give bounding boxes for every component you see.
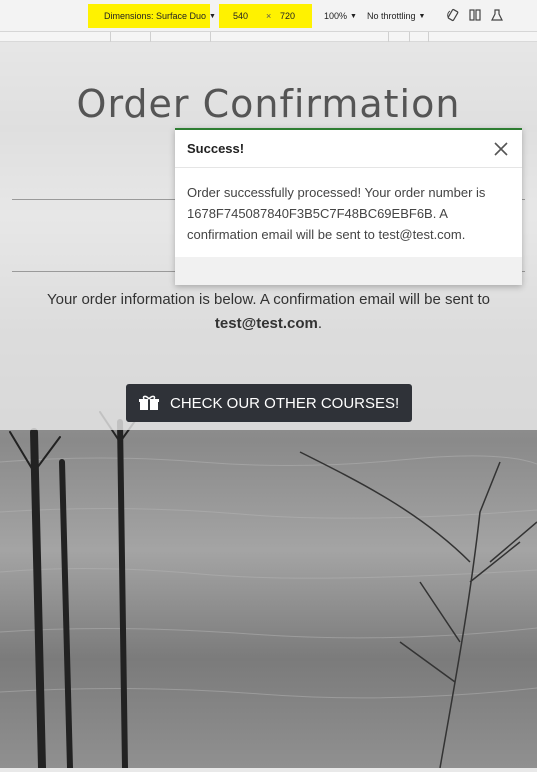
toast-header: Success! [175,130,522,168]
device-select[interactable]: Dimensions: Surface Duo ▼ [104,11,216,21]
rotate-icon[interactable] [446,8,460,22]
device-toolbar: Dimensions: Surface Duo ▼ 540 × 720 100%… [0,0,537,32]
page-viewport: Order Confirmation Your order informatio… [0,42,537,768]
toast-message: Order successfully processed! Your order… [187,185,486,242]
throttle-label: No throttling [367,11,416,21]
check-other-courses-label: CHECK OUR OTHER COURSES! [170,394,400,412]
check-other-courses-button[interactable]: CHECK OUR OTHER COURSES! [126,384,412,422]
bottom-strip [0,768,537,772]
times-separator: × [266,11,271,21]
toast-footer [175,257,522,285]
page-title: Order Confirmation [76,82,461,126]
media-query-ruler [0,32,537,42]
order-info-email: test@test.com [214,315,318,332]
device-select-label: Dimensions: Surface Duo [104,11,207,21]
chevron-down-icon: ▼ [418,12,426,20]
dual-screen-icon[interactable] [468,8,482,22]
width-value: 540 [233,11,249,21]
order-info-sentence: Your order information is below. A confi… [46,291,490,308]
throttle-select[interactable]: No throttling ▼ [367,11,425,21]
zoom-label: 100% [324,11,348,21]
order-info-period: . [317,315,323,332]
order-info-text: Your order information is below. A confi… [20,288,517,336]
close-icon[interactable] [492,140,510,158]
height-input[interactable]: 720 [280,11,295,21]
times-sign: × [266,11,272,21]
success-toast: Success! Order successfully processed! Y… [175,128,522,285]
chevron-down-icon: ▼ [350,12,357,20]
chevron-down-icon: ▼ [209,12,216,20]
zoom-select[interactable]: 100% ▼ [324,11,357,21]
sensors-icon[interactable] [490,8,504,22]
gift-icon [139,395,159,410]
height-value: 720 [280,11,296,21]
toast-title: Success! [187,141,245,156]
width-input[interactable]: 540 [233,11,248,21]
